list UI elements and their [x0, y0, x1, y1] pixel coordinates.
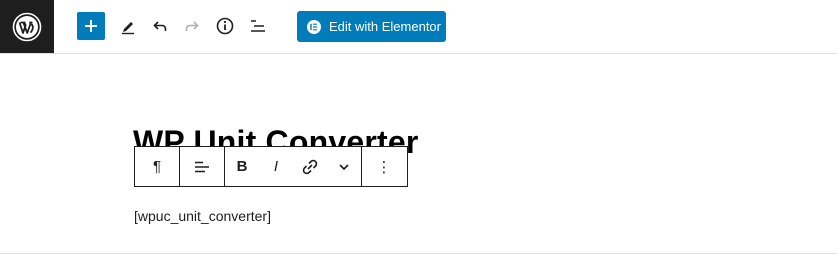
format-group: B I — [225, 147, 362, 186]
undo-button[interactable] — [146, 12, 174, 40]
redo-button[interactable] — [178, 12, 206, 40]
paragraph-block-icon[interactable]: ¶ — [135, 147, 179, 186]
edit-with-elementor-button[interactable]: Edit with Elementor — [297, 11, 446, 42]
block-type-group: ¶ — [135, 147, 180, 186]
add-block-button[interactable] — [77, 12, 105, 40]
plus-icon — [85, 20, 97, 32]
chevron-down-icon — [339, 163, 349, 170]
italic-button[interactable]: I — [259, 147, 293, 186]
divider — [0, 253, 837, 254]
info-icon — [216, 17, 234, 35]
elementor-logo-icon — [307, 19, 321, 34]
options-group: ⋮ — [362, 147, 406, 186]
link-icon — [302, 159, 318, 174]
link-button[interactable] — [293, 147, 327, 186]
block-options-button[interactable]: ⋮ — [362, 147, 406, 186]
edit-with-elementor-label: Edit with Elementor — [329, 19, 441, 34]
tools-button[interactable] — [114, 12, 142, 40]
wordpress-logo-icon[interactable] — [0, 0, 54, 53]
block-toolbar: ¶ B I ⋮ — [134, 146, 408, 187]
list-view-button[interactable] — [244, 12, 272, 40]
editor-top-toolbar: Edit with Elementor — [0, 0, 837, 54]
shortcode-paragraph[interactable]: [wpuc_unit_converter] — [134, 206, 271, 226]
redo-icon — [185, 21, 199, 31]
details-button[interactable] — [211, 12, 239, 40]
bold-button[interactable]: B — [225, 147, 259, 186]
more-formatting-button[interactable] — [327, 147, 361, 186]
list-view-icon — [251, 20, 265, 32]
pencil-icon — [122, 22, 134, 35]
undo-icon — [153, 21, 167, 31]
align-text-button[interactable] — [180, 147, 224, 186]
align-group — [180, 147, 225, 186]
align-left-icon — [195, 161, 209, 172]
